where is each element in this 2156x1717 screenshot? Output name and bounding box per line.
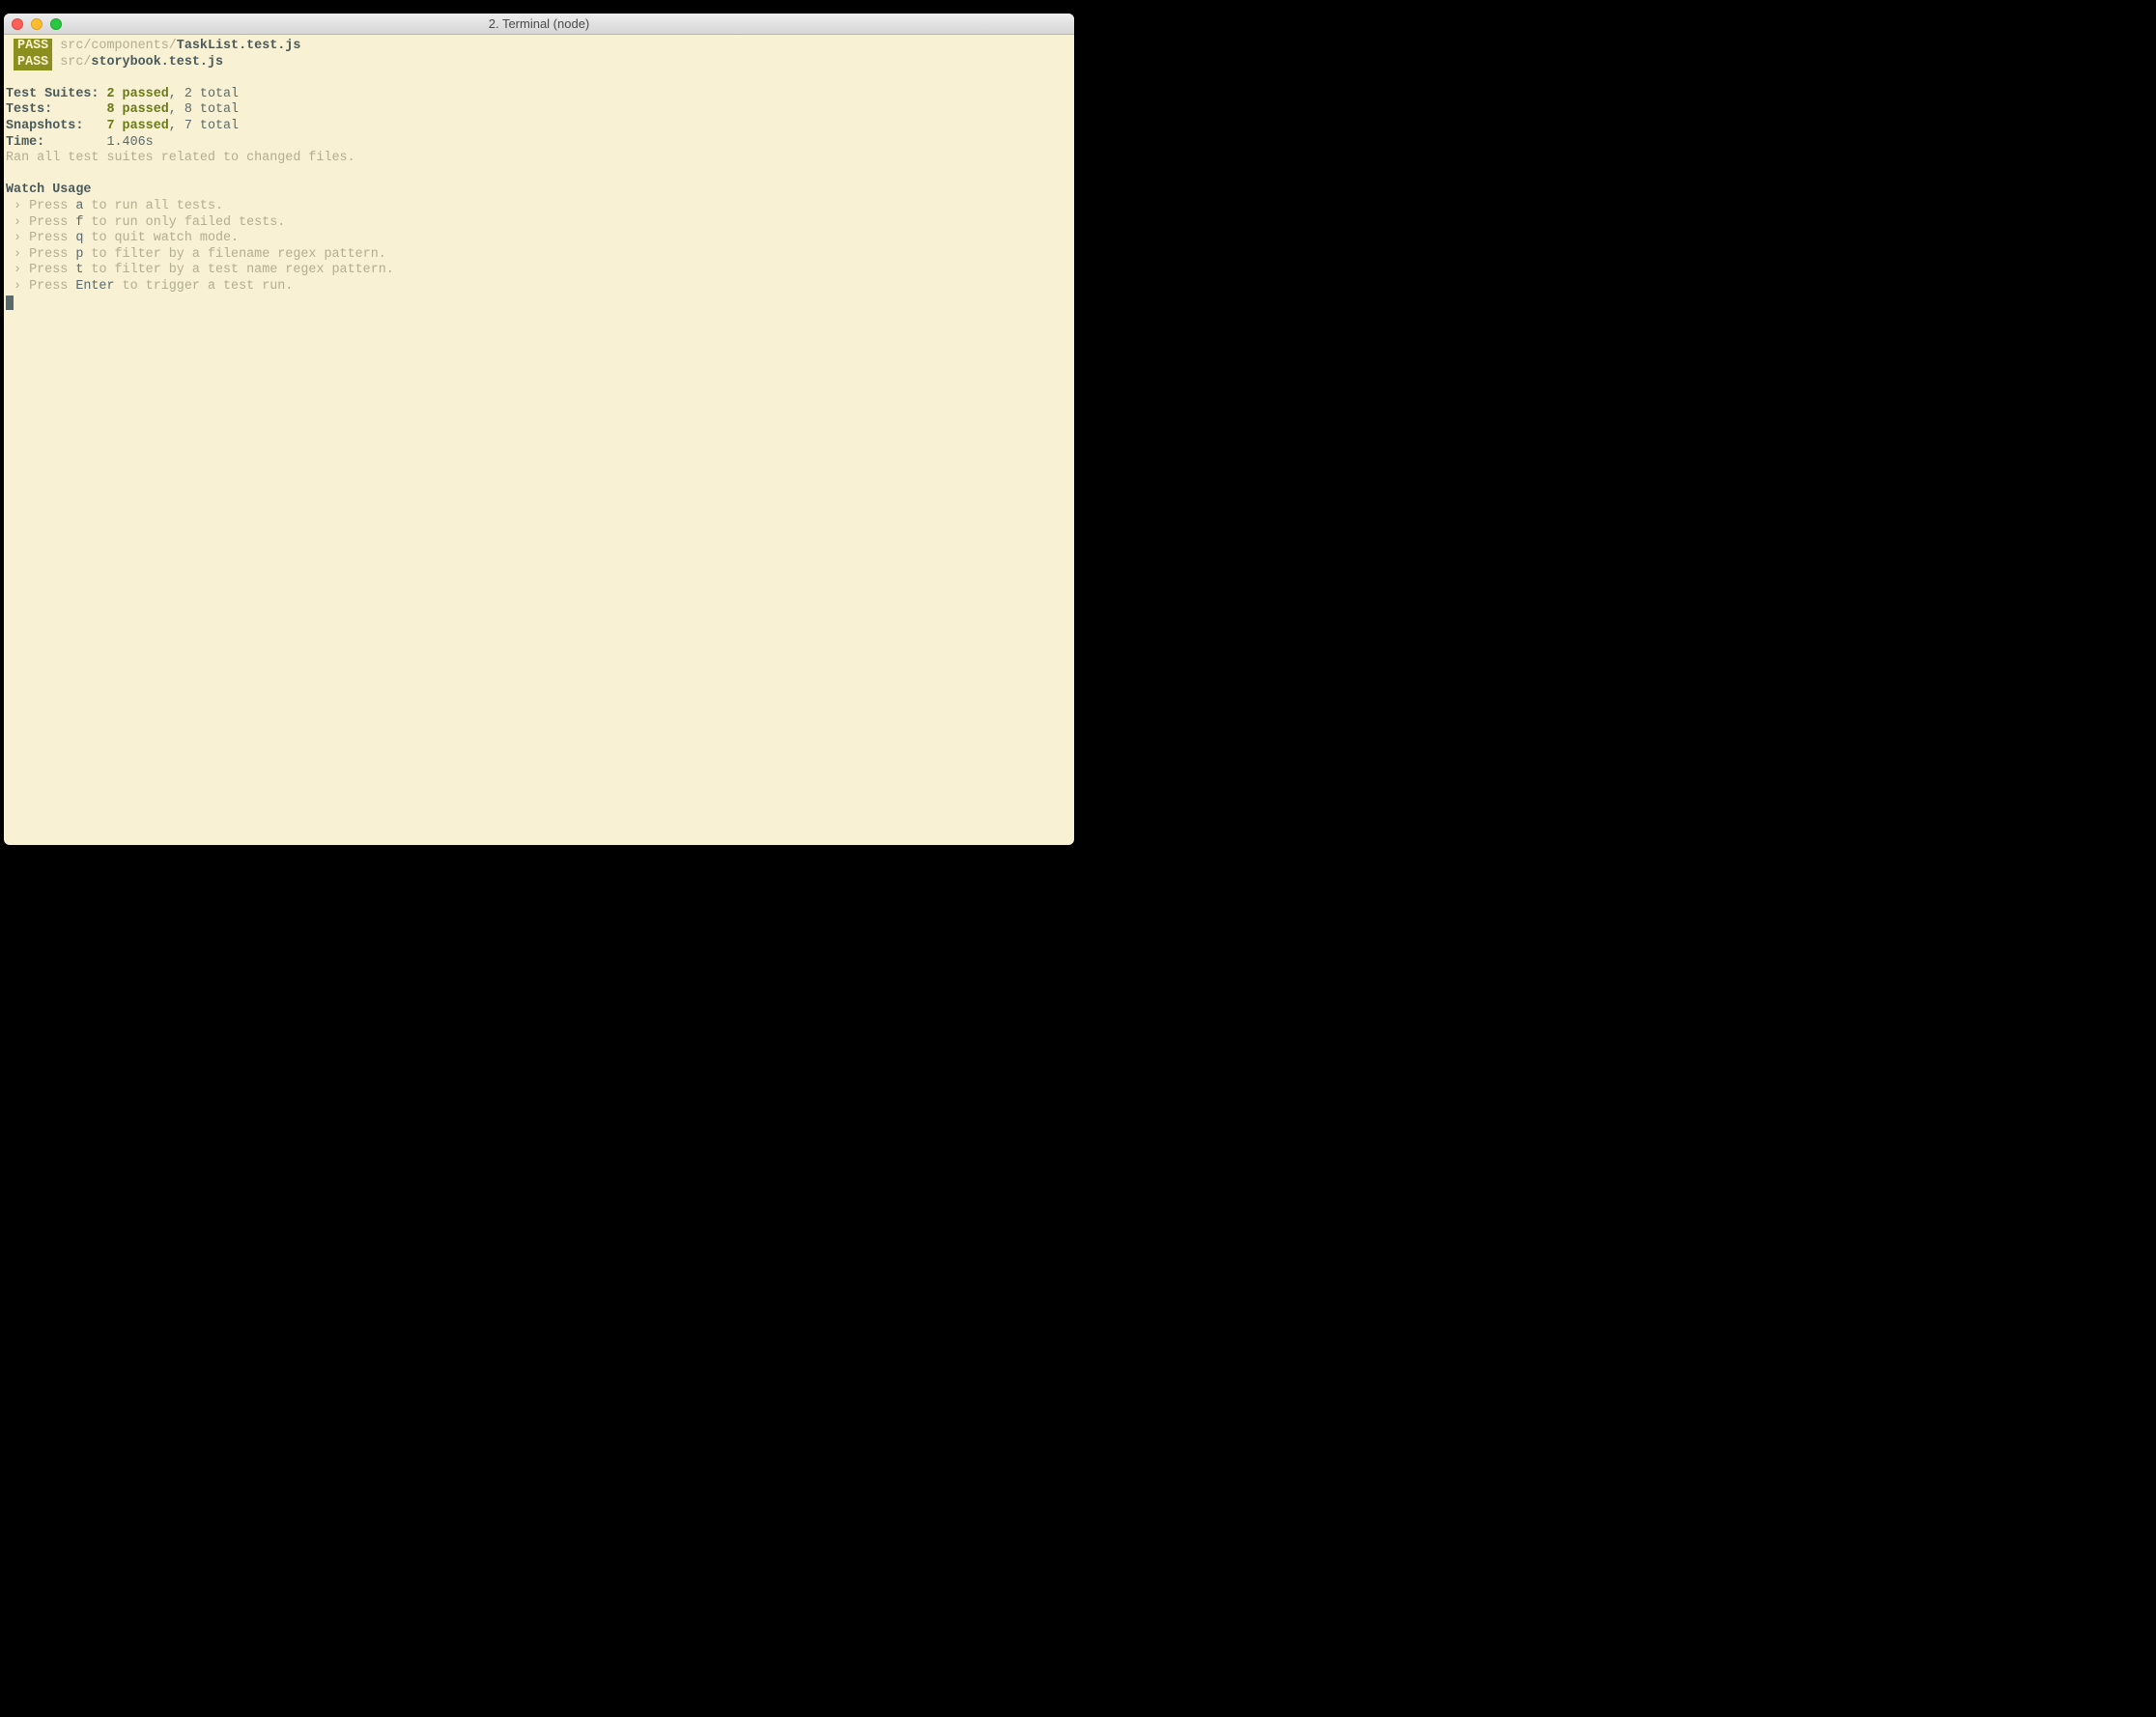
cursor-icon — [6, 296, 14, 310]
zoom-icon[interactable] — [50, 18, 62, 30]
watch-item: › Press f to run only failed tests. — [6, 215, 1072, 232]
test-dir: src/ — [60, 55, 91, 70]
test-result-line: PASS src/storybook.test.js — [6, 55, 1072, 71]
test-result-line: PASS src/components/TaskList.test.js — [6, 39, 1072, 55]
watch-key: Enter — [75, 279, 114, 294]
terminal-window: 2. Terminal (node) PASS src/components/T… — [4, 14, 1074, 845]
watch-item: › Press t to filter by a test name regex… — [6, 263, 1072, 279]
summary-suites: Test Suites: 2 passed, 2 total — [6, 87, 1072, 103]
minimize-icon[interactable] — [31, 18, 43, 30]
watch-item: › Press Enter to trigger a test run. — [6, 279, 1072, 296]
watch-item: › Press p to filter by a filename regex … — [6, 247, 1072, 264]
window-title: 2. Terminal (node) — [4, 16, 1074, 31]
ran-message: Ran all test suites related to changed f… — [6, 151, 1072, 167]
summary-time: Time: 1.406s — [6, 135, 1072, 152]
test-dir: src/components/ — [60, 39, 177, 53]
watch-item: › Press a to run all tests. — [6, 199, 1072, 215]
test-file: storybook.test.js — [91, 55, 223, 70]
terminal-output[interactable]: PASS src/components/TaskList.test.js PAS… — [4, 35, 1074, 845]
pass-badge: PASS — [14, 55, 52, 71]
watch-item: › Press q to quit watch mode. — [6, 231, 1072, 247]
pass-badge: PASS — [14, 39, 52, 55]
summary-snapshots: Snapshots: 7 passed, 7 total — [6, 119, 1072, 135]
titlebar: 2. Terminal (node) — [4, 14, 1074, 35]
summary-tests: Tests: 8 passed, 8 total — [6, 102, 1072, 119]
close-icon[interactable] — [12, 18, 23, 30]
watch-usage-heading: Watch Usage — [6, 183, 1072, 199]
test-file: TaskList.test.js — [177, 39, 301, 53]
traffic-lights — [4, 18, 62, 30]
